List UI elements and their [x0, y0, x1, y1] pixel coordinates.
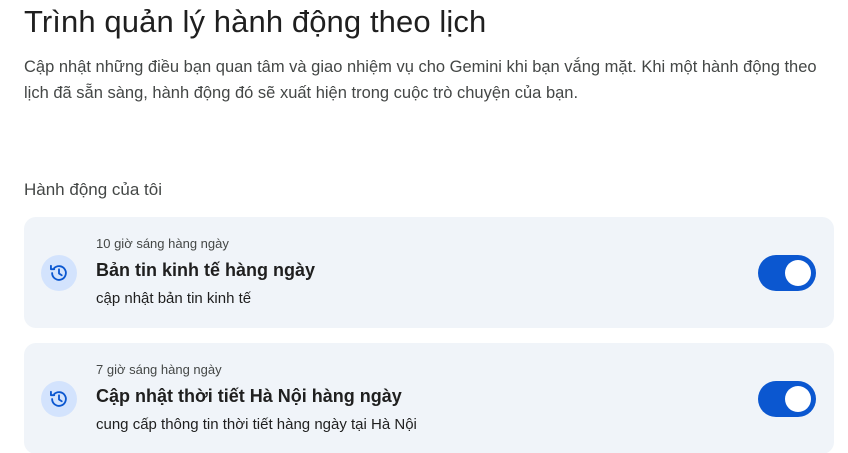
action-schedule: 10 giờ sáng hàng ngày: [96, 236, 229, 251]
toggle-knob: [785, 260, 811, 286]
action-subtitle: cung cấp thông tin thời tiết hàng ngày t…: [96, 416, 417, 433]
action-card[interactable]: 10 giờ sáng hàng ngày Bản tin kinh tế hà…: [24, 217, 834, 328]
scheduled-history-icon: [41, 381, 77, 417]
section-heading: Hành động của tôi: [24, 180, 162, 199]
scheduled-history-icon: [41, 255, 77, 291]
page-title: Trình quản lý hành động theo lịch: [24, 4, 487, 39]
toggle-knob: [785, 386, 811, 412]
action-text: 7 giờ sáng hàng ngày Cập nhật thời tiết …: [96, 361, 714, 434]
action-title: Bản tin kinh tế hàng ngày: [96, 260, 316, 280]
action-card[interactable]: 7 giờ sáng hàng ngày Cập nhật thời tiết …: [24, 343, 834, 453]
action-subtitle: cập nhật bản tin kinh tế: [96, 290, 252, 307]
action-enabled-toggle[interactable]: [758, 381, 816, 417]
action-schedule: 7 giờ sáng hàng ngày: [96, 362, 222, 377]
action-enabled-toggle[interactable]: [758, 255, 816, 291]
action-title: Cập nhật thời tiết Hà Nội hàng ngày: [96, 386, 402, 406]
scheduled-actions-page: Trình quản lý hành động theo lịch Cập nh…: [0, 0, 848, 453]
action-list: 10 giờ sáng hàng ngày Bản tin kinh tế hà…: [24, 217, 834, 453]
page-description: Cập nhật những điều bạn quan tâm và giao…: [24, 58, 817, 102]
action-text: 10 giờ sáng hàng ngày Bản tin kinh tế hà…: [96, 235, 714, 308]
